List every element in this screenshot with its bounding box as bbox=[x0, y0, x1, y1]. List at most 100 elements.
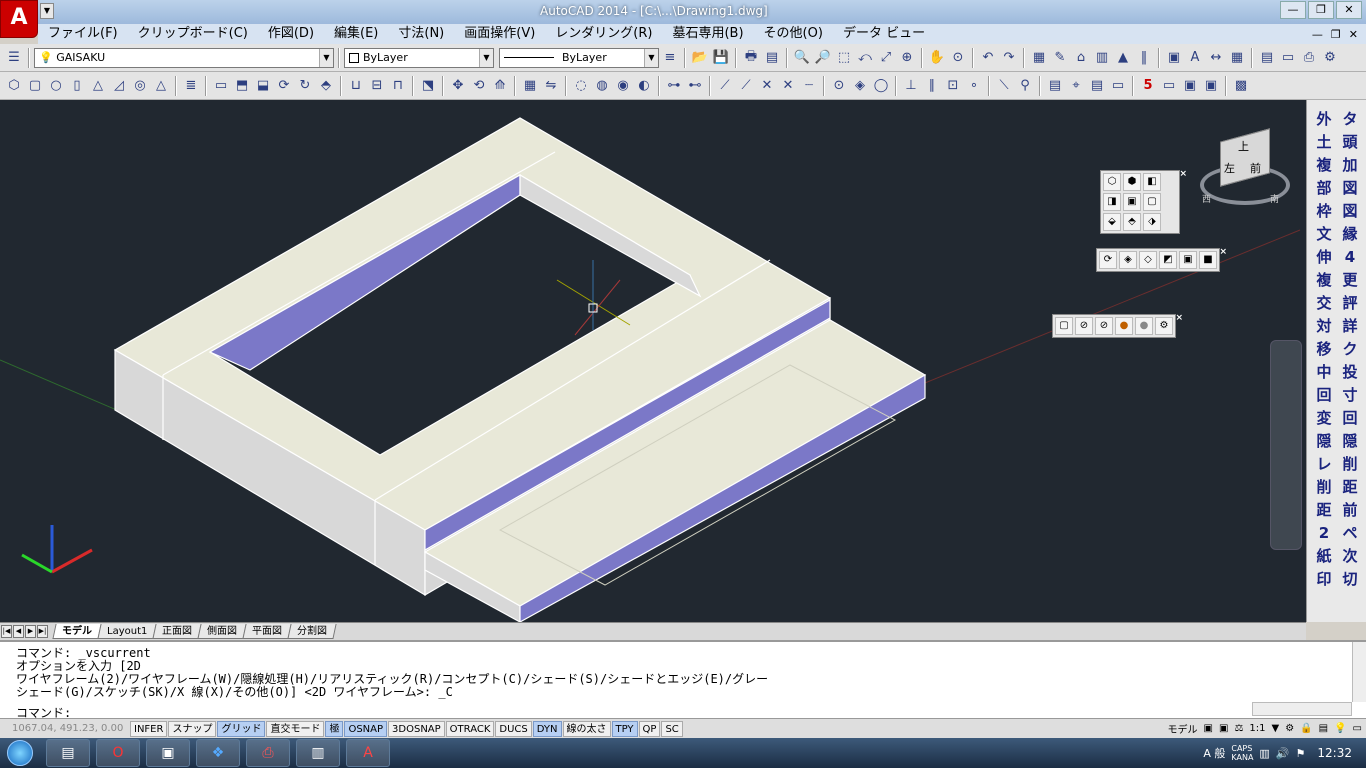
image-icon[interactable]: ▣ bbox=[1164, 48, 1184, 68]
number-5-icon[interactable]: 5 bbox=[1138, 76, 1158, 96]
material-icon[interactable]: ■ bbox=[1199, 251, 1217, 269]
tool-palette-icon[interactable]: ▥ bbox=[1092, 48, 1112, 68]
taskbar-pdf-icon[interactable]: ⎙ bbox=[246, 739, 290, 767]
left-view-icon[interactable]: ◧ bbox=[1143, 173, 1161, 191]
linetype-combo[interactable]: ByLayer ▼ bbox=[499, 47, 659, 68]
palette-btn-1-7[interactable]: 伸 bbox=[1313, 246, 1335, 268]
ne-iso-icon[interactable]: ⬗ bbox=[1143, 213, 1161, 231]
bottom-view-icon[interactable]: ⬢ bbox=[1123, 173, 1141, 191]
2d-wireframe-icon[interactable]: ▢ bbox=[1055, 317, 1073, 335]
menu-dimension[interactable]: 寸法(N) bbox=[388, 24, 454, 44]
camera-icon[interactable]: ◐ bbox=[634, 76, 654, 96]
3darray-icon[interactable]: ▦ bbox=[520, 76, 540, 96]
viewcube[interactable]: 上 左 前 西 南 bbox=[1200, 128, 1300, 210]
palette-btn-1-13[interactable]: 回 bbox=[1313, 384, 1335, 406]
status-toggle-10[interactable]: 線の太さ bbox=[562, 720, 611, 737]
palette-btn-2-13[interactable]: 寸 bbox=[1339, 384, 1361, 406]
3dalign-icon[interactable]: ⟰ bbox=[490, 76, 510, 96]
open-icon[interactable]: 📂 bbox=[690, 48, 710, 68]
tab-model[interactable]: モデル bbox=[52, 624, 102, 639]
hidden-icon[interactable]: ⊘ bbox=[1095, 317, 1113, 335]
properties-icon[interactable]: ▦ bbox=[1029, 48, 1049, 68]
zoom-window-icon[interactable]: ⬚ bbox=[834, 48, 854, 68]
sweep-icon[interactable]: ⟳ bbox=[274, 76, 294, 96]
clean-screen-icon[interactable]: ▭ bbox=[1353, 723, 1362, 734]
palette-close-icon[interactable]: × bbox=[1179, 169, 1187, 179]
tab-split-view[interactable]: 分割図 bbox=[287, 624, 337, 639]
union-icon[interactable]: ⊔ bbox=[346, 76, 366, 96]
tab-layout1[interactable]: Layout1 bbox=[97, 624, 157, 639]
osnap-intersection-icon[interactable]: ⟋ bbox=[715, 76, 735, 96]
viewcube-top-label[interactable]: 上 bbox=[1238, 138, 1249, 154]
palette-btn-2-3[interactable]: 加 bbox=[1339, 154, 1361, 176]
wedge-icon[interactable]: ◿ bbox=[109, 76, 129, 96]
osnap-apparent-icon[interactable]: ⟋ bbox=[736, 76, 756, 96]
3drotate-icon[interactable]: ⟲ bbox=[469, 76, 489, 96]
osnap-x2-icon[interactable]: ✕ bbox=[778, 76, 798, 96]
tab-plan-view[interactable]: 平面図 bbox=[242, 624, 292, 639]
sphere-icon[interactable]: ○ bbox=[46, 76, 66, 96]
palette-btn-2-11[interactable]: ク bbox=[1339, 338, 1361, 360]
palette-btn-1-18[interactable]: 距 bbox=[1313, 499, 1335, 521]
navigation-bar[interactable] bbox=[1270, 340, 1302, 550]
undo-icon[interactable]: ↶ bbox=[978, 48, 998, 68]
palette-btn-2-8[interactable]: 更 bbox=[1339, 269, 1361, 291]
taskbar-explorer-icon[interactable]: ▤ bbox=[46, 739, 90, 767]
zoom-realtime-icon[interactable]: ⊙ bbox=[948, 48, 968, 68]
palette-btn-1-10[interactable]: 対 bbox=[1313, 315, 1335, 337]
status-toggle-2[interactable]: グリッド bbox=[217, 720, 266, 737]
text-style-icon[interactable]: A bbox=[1185, 48, 1205, 68]
model-button[interactable]: モデル bbox=[1168, 721, 1198, 736]
zoom-out-icon[interactable]: 🔎 bbox=[813, 48, 833, 68]
quick-access-dropdown[interactable]: ▼ bbox=[40, 3, 54, 19]
palette-btn-1-6[interactable]: 文 bbox=[1313, 223, 1335, 245]
status-toggle-5[interactable]: OSNAP bbox=[344, 720, 388, 737]
box-icon[interactable]: ▢ bbox=[25, 76, 45, 96]
osnap-insert-icon[interactable]: ⊡ bbox=[943, 76, 963, 96]
palette-btn-2-5[interactable]: 図 bbox=[1339, 200, 1361, 222]
hardware-accel-icon[interactable]: ▤ bbox=[1319, 723, 1328, 734]
tab-side-view[interactable]: 側面図 bbox=[197, 624, 247, 639]
tab-front-view[interactable]: 正面図 bbox=[152, 624, 202, 639]
menu-data-view[interactable]: データ ビュー bbox=[833, 24, 935, 44]
status-toggle-7[interactable]: OTRACK bbox=[445, 720, 495, 737]
palette-close-icon[interactable]: × bbox=[1219, 247, 1227, 257]
redo-icon[interactable]: ↷ bbox=[999, 48, 1019, 68]
status-toggle-13[interactable]: SC bbox=[661, 720, 683, 737]
menu-other[interactable]: その他(O) bbox=[754, 24, 833, 44]
taskbar-app2-icon[interactable]: ▥ bbox=[296, 739, 340, 767]
palette-btn-2-21[interactable]: 切 bbox=[1339, 568, 1361, 590]
design-center-icon[interactable]: ⌂ bbox=[1071, 48, 1091, 68]
maximize-button[interactable]: ❐ bbox=[1308, 1, 1334, 19]
palette-btn-1-8[interactable]: 複 bbox=[1313, 269, 1335, 291]
osnap-tangent-icon[interactable]: ◯ bbox=[871, 76, 891, 96]
image-frame-icon[interactable]: ▣ bbox=[1180, 76, 1200, 96]
color-combo[interactable]: ByLayer ▼ bbox=[344, 47, 494, 68]
ucs-icon[interactable]: ⌖ bbox=[1066, 76, 1086, 96]
ime-mode[interactable]: A 般 bbox=[1203, 745, 1225, 761]
pyramid-icon[interactable]: △ bbox=[151, 76, 171, 96]
tab-last-icon[interactable]: ▶| bbox=[37, 625, 48, 638]
continuous-orbit-icon[interactable]: ◉ bbox=[613, 76, 633, 96]
status-toggle-1[interactable]: スナップ bbox=[168, 720, 217, 737]
osnap-node-icon[interactable]: ∘ bbox=[964, 76, 984, 96]
loft-icon[interactable]: ⬘ bbox=[316, 76, 336, 96]
workspace-icon[interactable]: ⚙ bbox=[1285, 723, 1294, 734]
doc-close-icon[interactable]: ✕ bbox=[1349, 28, 1358, 41]
shade-cube-icon[interactable]: ▣ bbox=[1179, 251, 1197, 269]
palette-btn-1-1[interactable]: 外 bbox=[1313, 108, 1335, 130]
palette-btn-1-16[interactable]: レ bbox=[1313, 453, 1335, 475]
status-toggle-3[interactable]: 直交モード bbox=[266, 720, 325, 737]
status-toggle-9[interactable]: DYN bbox=[532, 720, 562, 737]
status-toggle-4[interactable]: 極 bbox=[325, 720, 344, 737]
palette-btn-2-7[interactable]: 4 bbox=[1339, 246, 1361, 268]
command-scrollbar[interactable] bbox=[1352, 642, 1366, 702]
window-icon[interactable]: ▣ bbox=[1201, 76, 1221, 96]
slice-icon[interactable]: ⬔ bbox=[418, 76, 438, 96]
osnap-quadrant-icon[interactable]: ◈ bbox=[850, 76, 870, 96]
palette-btn-1-12[interactable]: 中 bbox=[1313, 361, 1335, 383]
palette-btn-1-2[interactable]: 土 bbox=[1313, 131, 1335, 153]
osnap-midpoint-icon[interactable]: ⊷ bbox=[685, 76, 705, 96]
osnap-none-icon[interactable]: ⟍ bbox=[994, 76, 1014, 96]
tab-next-icon[interactable]: ▶ bbox=[25, 625, 36, 638]
